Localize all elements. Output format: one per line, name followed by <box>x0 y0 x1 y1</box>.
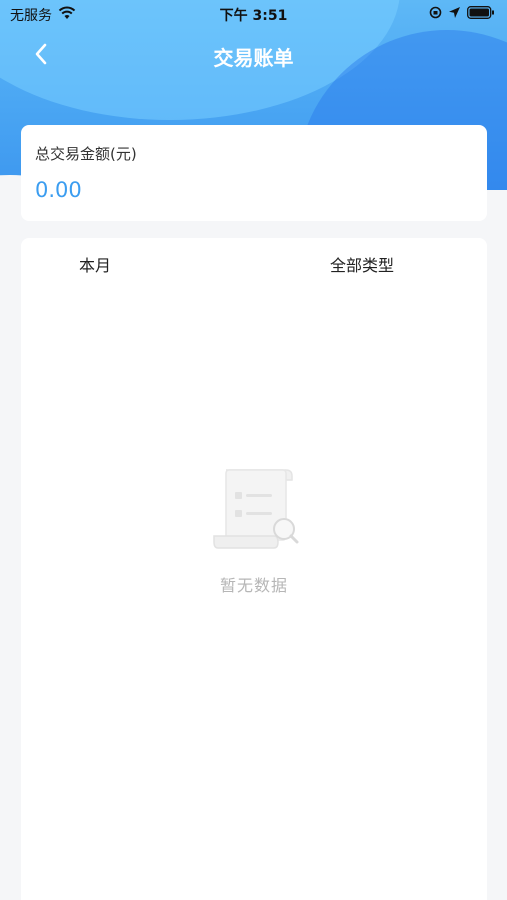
type-filter[interactable]: 全部类型 <box>330 252 394 276</box>
battery-icon <box>467 6 495 23</box>
orientation-lock-icon <box>429 6 442 23</box>
location-icon <box>448 6 461 23</box>
empty-state: 暂无数据 <box>21 458 487 596</box>
month-filter[interactable]: 本月 <box>79 252 111 276</box>
status-right <box>429 6 495 23</box>
empty-state-text: 暂无数据 <box>219 576 288 595</box>
page-title: 交易账单 <box>213 46 294 70</box>
total-amount-value: 0.00 <box>35 178 82 202</box>
status-bar: 无服务 下午 3:51 <box>0 0 507 28</box>
nav-bar: 交易账单 <box>0 36 507 76</box>
total-amount-label: 总交易金额(元) <box>35 145 137 163</box>
transaction-list-card: 本月 全部类型 暂无数据 <box>21 238 487 900</box>
summary-card: 总交易金额(元) 0.00 <box>21 125 487 221</box>
empty-document-search-icon <box>213 469 299 549</box>
screen: 无服务 下午 3:51 交易账单 总交易金额(元) 0.00 本月 全部类型 暂… <box>0 0 507 900</box>
